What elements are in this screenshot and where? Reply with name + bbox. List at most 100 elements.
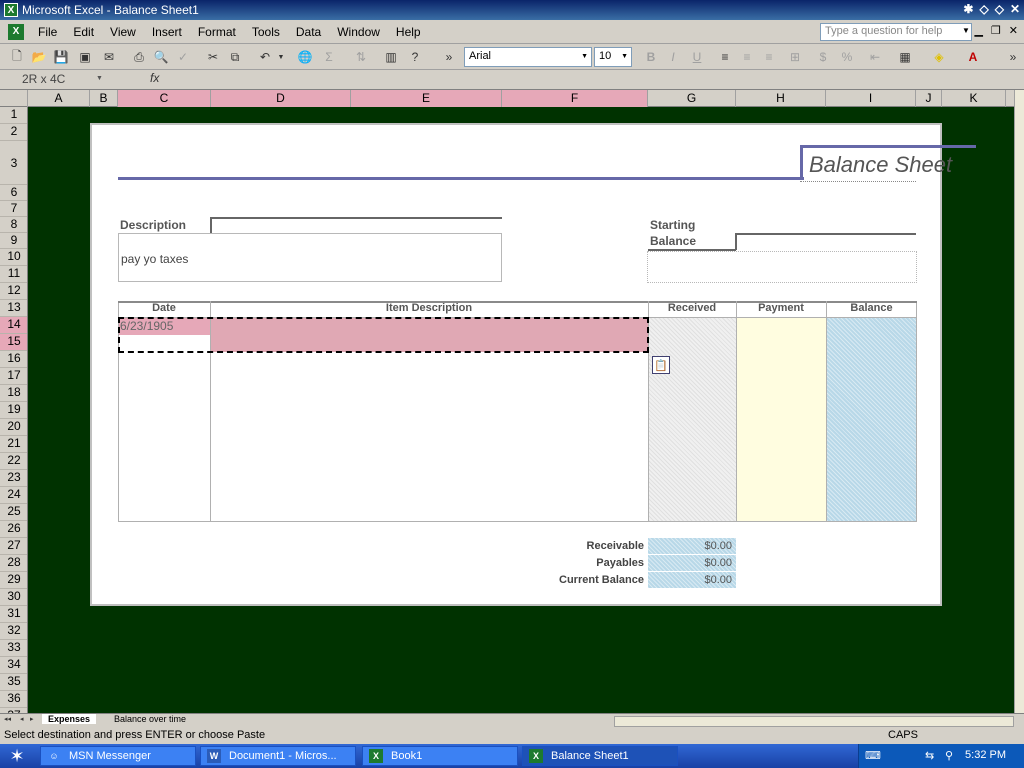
resize-icon[interactable]: ◇ <box>979 2 988 16</box>
column-header-b[interactable]: B <box>90 90 118 107</box>
total-value-receivable[interactable]: $0.00 <box>648 538 736 554</box>
column-header-f[interactable]: F <box>502 90 648 107</box>
menu-file[interactable]: File <box>30 25 65 39</box>
column-header-e[interactable]: E <box>351 90 502 107</box>
fx-icon[interactable]: fx <box>150 71 159 85</box>
percent-icon[interactable]: % <box>838 48 856 66</box>
row-header[interactable]: 27 <box>0 538 27 555</box>
menu-tools[interactable]: Tools <box>244 25 288 39</box>
close-workbook-icon[interactable]: ✕ <box>1009 24 1018 37</box>
menu-view[interactable]: View <box>102 25 144 39</box>
row-header[interactable]: 25 <box>0 504 27 521</box>
menu-window[interactable]: Window <box>329 25 388 39</box>
row-header[interactable]: 26 <box>0 521 27 538</box>
vertical-scrollbar[interactable] <box>1014 90 1024 713</box>
resize-icon-2[interactable]: ◇ <box>995 2 1004 16</box>
row-header[interactable]: 9 <box>0 233 27 249</box>
row-header[interactable]: 6 <box>0 185 27 201</box>
currency-icon[interactable]: $ <box>814 48 832 66</box>
open-icon[interactable]: 📂 <box>30 48 48 66</box>
task-document1[interactable]: W Document1 - Micros... <box>200 746 356 766</box>
row-header[interactable]: 13 <box>0 300 27 317</box>
row-header[interactable]: 15 <box>0 334 27 351</box>
start-button[interactable]: ✶ <box>6 746 28 766</box>
row-header[interactable]: 19 <box>0 402 27 419</box>
row-header[interactable]: 28 <box>0 555 27 572</box>
menu-help[interactable]: Help <box>388 25 429 39</box>
row-header[interactable]: 21 <box>0 436 27 453</box>
row-header[interactable]: 14 <box>0 317 27 334</box>
row-header[interactable]: 10 <box>0 249 27 266</box>
row-header[interactable]: 16 <box>0 351 27 368</box>
workbook-icon[interactable]: X <box>8 23 24 40</box>
chart-wizard-icon[interactable]: ▥ <box>382 48 400 66</box>
font-size-select[interactable]: 10 ▼ <box>594 47 632 67</box>
italic-icon[interactable]: I <box>664 48 682 66</box>
undo-dropdown-icon[interactable]: ▼ <box>272 48 290 66</box>
email-icon[interactable]: ✉ <box>100 48 118 66</box>
merge-center-icon[interactable]: ⊞ <box>786 48 804 66</box>
tab-expenses[interactable]: Expenses <box>42 714 97 724</box>
row-header[interactable]: 17 <box>0 368 27 385</box>
tab-balance-over-time[interactable]: Balance over time <box>108 714 192 724</box>
row-header[interactable]: 18 <box>0 385 27 402</box>
align-center-icon[interactable]: ≡ <box>738 48 756 66</box>
column-header-i[interactable]: I <box>826 90 916 107</box>
bold-icon[interactable]: B <box>642 48 660 66</box>
row-header[interactable]: 32 <box>0 623 27 640</box>
permission-icon[interactable]: ▣ <box>76 48 94 66</box>
row-header[interactable]: 11 <box>0 266 27 283</box>
column-header-a[interactable]: A <box>28 90 90 107</box>
spelling-icon[interactable]: ✓ <box>174 48 192 66</box>
row-header[interactable]: 22 <box>0 453 27 470</box>
task-book1[interactable]: X Book1 <box>362 746 518 766</box>
minimize-icon[interactable]: ▁ <box>974 24 982 37</box>
row-header[interactable]: 1 <box>0 107 27 124</box>
payment-column[interactable] <box>737 318 826 521</box>
total-value-current-balance[interactable]: $0.00 <box>648 572 736 588</box>
description-box[interactable]: pay yo taxes <box>118 233 502 282</box>
row-header[interactable]: 7 <box>0 201 27 217</box>
borders-icon[interactable]: ▦ <box>896 48 914 66</box>
new-icon[interactable]: 🗋 <box>8 48 26 66</box>
column-header-c[interactable]: C <box>118 90 211 107</box>
pin-icon[interactable]: ✱ <box>963 2 973 16</box>
menu-edit[interactable]: Edit <box>65 25 102 39</box>
row-header[interactable]: 34 <box>0 657 27 674</box>
row-header[interactable]: 30 <box>0 589 27 606</box>
ask-question-input[interactable]: Type a question for help <box>820 23 972 41</box>
sort-icon[interactable]: ⇅ <box>352 48 370 66</box>
column-header-h[interactable]: H <box>736 90 826 107</box>
select-all-corner[interactable] <box>0 90 28 107</box>
underline-icon[interactable]: U <box>688 48 706 66</box>
fill-color-icon[interactable]: ◈ <box>930 48 948 66</box>
starting-balance-box[interactable] <box>647 251 917 283</box>
row-header[interactable]: 8 <box>0 217 27 233</box>
task-balance-sheet1[interactable]: X Balance Sheet1 <box>522 746 678 766</box>
column-header-k[interactable]: K <box>942 90 1006 107</box>
worksheet-grid[interactable]: Balance Sheet Description pay yo taxes S… <box>28 107 1014 713</box>
row-header[interactable]: 29 <box>0 572 27 589</box>
menu-data[interactable]: Data <box>288 25 329 39</box>
menu-format[interactable]: Format <box>190 25 244 39</box>
task-msn-messenger[interactable]: ☺ MSN Messenger <box>40 746 196 766</box>
column-header-g[interactable]: G <box>648 90 736 107</box>
row-header[interactable]: 12 <box>0 283 27 300</box>
received-column[interactable] <box>649 318 736 521</box>
align-left-icon[interactable]: ≡ <box>716 48 734 66</box>
print-icon[interactable]: ⎙ <box>130 48 148 66</box>
chevron-down-icon[interactable]: ▼ <box>962 26 970 35</box>
close-icon[interactable]: ✕ <box>1010 2 1020 16</box>
next-sheet-icon[interactable]: ▸ <box>30 715 34 723</box>
menu-insert[interactable]: Insert <box>144 25 190 39</box>
autosum-icon[interactable]: Σ <box>320 48 338 66</box>
prev-sheet-icon[interactable]: ◂ <box>20 715 24 723</box>
row-header[interactable]: 23 <box>0 470 27 487</box>
column-header-d[interactable]: D <box>211 90 351 107</box>
row-header[interactable]: 3 <box>0 141 27 185</box>
first-sheet-icon[interactable]: ◂◂ <box>4 715 11 723</box>
excel-app-icon[interactable]: X <box>4 3 18 17</box>
help-icon[interactable]: ? <box>406 48 424 66</box>
total-value-payables[interactable]: $0.00 <box>648 555 736 571</box>
horizontal-scrollbar[interactable] <box>614 716 1014 727</box>
